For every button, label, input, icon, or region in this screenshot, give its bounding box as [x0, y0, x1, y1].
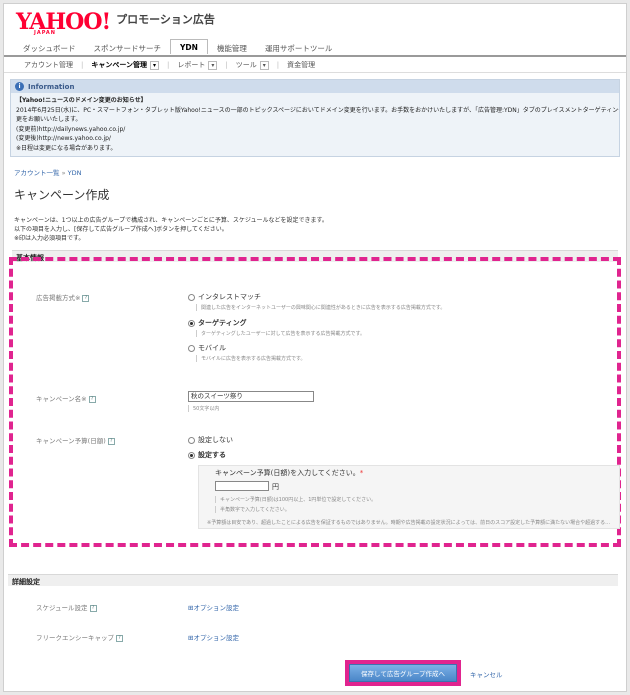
- subtab-funds[interactable]: 資金管理: [279, 60, 323, 70]
- tab-ydn[interactable]: YDN: [170, 39, 208, 54]
- radio-icon[interactable]: [188, 293, 195, 301]
- budget-hint: 半角数字で入力してください。: [215, 506, 290, 513]
- schedule-option-link[interactable]: ⊞オプション設定: [188, 602, 239, 612]
- help-icon[interactable]: ?: [88, 395, 96, 403]
- budget-note: ※予算額は目安であり、超過したことによる広告を保証するものではありません。時期や…: [207, 520, 611, 526]
- tab-support-tools[interactable]: 運用サポートツール: [256, 40, 342, 55]
- logo-text: YAHOO!: [16, 9, 111, 35]
- budget-off-option[interactable]: 設定しない: [188, 435, 233, 445]
- link-label: オプション設定: [193, 604, 239, 612]
- option-label: 設定する: [198, 451, 226, 459]
- info-line: (変更後)http://news.yahoo.co.jp/: [16, 135, 111, 142]
- help-icon[interactable]: ?: [116, 634, 123, 642]
- budget-unit: 円: [272, 483, 279, 491]
- option-label: 設定しない: [198, 436, 233, 444]
- main-nav: ダッシュボード スポンサードサーチ YDN 機能管理 運用サポートツール: [4, 39, 626, 57]
- breadcrumb-root[interactable]: アカウント一覧: [14, 169, 60, 177]
- info-line: 更をお願いいたします。: [16, 116, 82, 123]
- page-title: キャンペーン作成: [14, 188, 110, 202]
- description-line: 以下の項目を入力し、[保存して広告グループ作成へ]ボタンを押してください。: [14, 226, 228, 233]
- subtab-tools-label: ツール: [235, 60, 257, 69]
- info-line: (変更前)http://dailynews.yahoo.co.jp/: [16, 125, 126, 133]
- tab-dashboard[interactable]: ダッシュボード: [14, 40, 85, 55]
- tab-features[interactable]: 機能管理: [208, 40, 256, 55]
- breadcrumb-sep: »: [61, 169, 66, 177]
- option-label: モバイル: [198, 344, 226, 352]
- option-targeting[interactable]: ターゲティング: [188, 318, 247, 328]
- subtab-tools[interactable]: ツール ▾: [228, 60, 277, 70]
- sub-nav: アカウント管理 | キャンペーン管理 ▾ | レポート ▾ | ツール ▾ | 資金管…: [4, 57, 626, 73]
- schedule-label: スケジュール設定?: [36, 602, 97, 612]
- option-label: ターゲティング: [198, 319, 247, 327]
- help-icon[interactable]: ?: [107, 437, 115, 445]
- budget-amount-input[interactable]: [215, 481, 269, 491]
- budget-prompt-text: キャンペーン予算(日額)を入力してください。: [215, 469, 360, 477]
- option-desc: 関連した広告をインターネットユーザーの興味関心に関連性があるときに広告を表示する…: [196, 304, 445, 311]
- campaign-name-label: キャンペーン名※?: [36, 393, 96, 403]
- budget-hint: キャンペーン予算(日額)は100円以上、1円単位で設定してください。: [215, 496, 376, 503]
- campaign-name-input[interactable]: 秋のスイーツ祭り: [188, 391, 314, 402]
- link-label: オプション設定: [193, 634, 239, 642]
- yahoo-logo[interactable]: YAHOO! JAPAN: [16, 9, 111, 36]
- breadcrumb-current[interactable]: YDN: [68, 169, 82, 177]
- option-desc: ターゲティングしたユーザーに対して広告を表示する広告掲載方式です。: [196, 330, 365, 337]
- save-and-create-adgroup-button[interactable]: 保存して広告グループ作成へ: [349, 664, 457, 682]
- delivery-method-text: 広告掲載方式※: [36, 294, 81, 302]
- frequency-cap-text: フリークエンシーキャップ: [36, 634, 114, 642]
- help-icon[interactable]: ?: [82, 294, 90, 302]
- header: YAHOO! JAPAN プロモーション広告: [4, 4, 626, 40]
- tab-sponsored-search[interactable]: スポンサードサーチ: [85, 40, 171, 55]
- campaign-name-text: キャンペーン名※: [36, 395, 87, 403]
- radio-checked-icon[interactable]: [188, 319, 195, 327]
- schedule-label-text: スケジュール設定: [36, 604, 88, 612]
- information-body: 【Yahoo!ニュースのドメイン変更のお知らせ】 2014年6月25日(水)に、…: [11, 93, 619, 156]
- radio-checked-icon[interactable]: [188, 451, 195, 459]
- radio-icon[interactable]: [188, 436, 195, 444]
- info-icon: i: [15, 82, 24, 91]
- delivery-method-label: 広告掲載方式※?: [36, 292, 90, 302]
- budget-prompt: キャンペーン予算(日額)を入力してください。*: [215, 468, 363, 478]
- subtab-report[interactable]: レポート ▾: [169, 60, 225, 70]
- budget-label: キャンペーン予算(日額)?: [36, 435, 115, 445]
- description-line: キャンペーンは、1つ以上の広告グループで構成され、キャンペーンごとに予算、スケジ…: [14, 217, 328, 224]
- radio-icon[interactable]: [188, 344, 195, 352]
- product-name: プロモーション広告: [116, 13, 215, 26]
- subtab-campaign[interactable]: キャンペーン管理 ▾: [83, 60, 167, 70]
- frequency-option-link[interactable]: ⊞オプション設定: [188, 632, 239, 642]
- info-line: 2014年6月25日(水)に、PC・スマートフォン・タブレット版Yahoo!ニュ…: [16, 106, 619, 114]
- cancel-link[interactable]: キャンセル: [470, 669, 503, 679]
- breadcrumb: アカウント一覧 » YDN: [14, 167, 626, 177]
- detail-settings-heading: 詳細設定: [8, 574, 618, 586]
- help-icon[interactable]: ?: [89, 604, 97, 612]
- option-mobile[interactable]: モバイル: [188, 343, 226, 353]
- info-line: 【Yahoo!ニュースのドメイン変更のお知らせ】: [16, 97, 147, 104]
- logo-sub: JAPAN: [34, 30, 56, 36]
- option-interest-match[interactable]: インタレストマッチ: [188, 292, 261, 302]
- info-line: ※日程は変更になる場合があります。: [16, 144, 117, 152]
- campaign-name-hint: 50文字以内: [188, 405, 219, 412]
- information-panel: i Information 【Yahoo!ニュースのドメイン変更のお知らせ】 2…: [10, 79, 620, 157]
- option-label: インタレストマッチ: [198, 293, 261, 301]
- description-line: ※印は入力必須項目です。: [14, 235, 85, 242]
- budget-label-text: キャンペーン予算(日額): [36, 437, 106, 445]
- required-mark: *: [359, 469, 364, 477]
- budget-on-option[interactable]: 設定する: [188, 450, 226, 460]
- page-description: キャンペーンは、1つ以上の広告グループで構成され、キャンペーンごとに予算、スケジ…: [14, 216, 626, 243]
- subtab-report-label: レポート: [177, 60, 206, 69]
- subtab-account[interactable]: アカウント管理: [16, 60, 81, 70]
- information-title: Information: [28, 82, 75, 91]
- frequency-cap-label: フリークエンシーキャップ?: [36, 632, 123, 642]
- information-header: i Information: [11, 80, 619, 93]
- subtab-campaign-label: キャンペーン管理: [91, 60, 148, 69]
- chevron-down-icon[interactable]: ▾: [150, 60, 160, 70]
- option-desc: モバイルに広告を表示する広告掲載方式です。: [196, 355, 306, 362]
- chevron-down-icon[interactable]: ▾: [208, 60, 218, 70]
- chevron-down-icon[interactable]: ▾: [259, 60, 269, 70]
